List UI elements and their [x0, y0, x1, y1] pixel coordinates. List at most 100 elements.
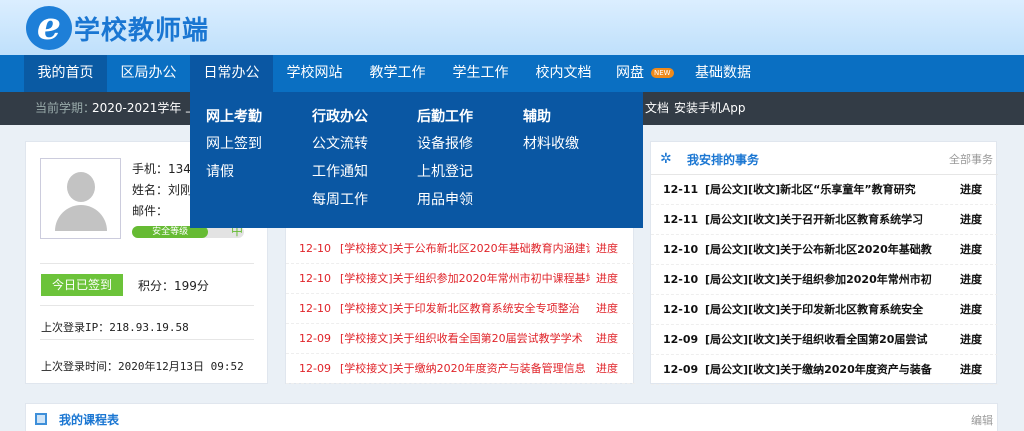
progress-link[interactable]: 进度	[960, 175, 982, 204]
menu-item[interactable]: 每周工作	[312, 186, 412, 214]
dropdown-col-assist: 辅助 材料收缴	[523, 104, 623, 158]
profile-phone: 手机：1340	[132, 162, 199, 176]
nav-basic-data[interactable]: 基础数据	[683, 55, 763, 92]
progress-link[interactable]: 进度	[596, 294, 618, 323]
nav-home[interactable]: 我的首页	[24, 55, 107, 92]
edit-link[interactable]: 编辑	[971, 412, 993, 428]
dropdown-col-attendance: 网上考勤 网上签到 请假	[206, 104, 306, 186]
list-item[interactable]: 12-11 [局公文][收文]新北区“乐享童年”教育研究 进度	[651, 175, 998, 205]
list-item[interactable]: 12-09 [局公文][收文]关于组织收看全国第20届尝试 进度	[651, 325, 998, 355]
doc-title[interactable]: [学校接文]关于组织参加2020年常州市初中课程基地	[340, 264, 590, 293]
nav-school-site[interactable]: 学校网站	[273, 55, 356, 92]
task-title[interactable]: [局公文][收文]新北区“乐享童年”教育研究	[705, 175, 950, 204]
term-label: 当前学期：	[35, 101, 96, 115]
divider	[40, 305, 254, 306]
menu-item[interactable]: 用品申领	[417, 186, 517, 214]
list-item[interactable]: 12-11 [局公文][收文]关于召开新北区教育系统学习 进度	[651, 205, 998, 235]
doc-date: 12-10	[299, 242, 331, 255]
progress-link[interactable]: 进度	[960, 355, 982, 384]
task-title[interactable]: [局公文][收文]关于印发新北区教育系统安全	[705, 295, 950, 324]
nav-netdisk-label: 网盘	[616, 65, 644, 81]
logo-e-icon: e	[26, 6, 72, 50]
list-item[interactable]: 12-09 [学校接文]关于缴纳2020年度资产与装备管理信息 进度	[286, 354, 635, 384]
progress-link[interactable]: 进度	[960, 265, 982, 294]
task-date: 12-09	[663, 333, 699, 346]
list-item[interactable]: 12-09 [学校接文]关于组织收看全国第20届尝试教学学术 进度	[286, 324, 635, 354]
nav-students[interactable]: 学生工作	[439, 55, 522, 92]
list-item[interactable]: 12-10 [学校接文]关于组织参加2020年常州市初中课程基地 进度	[286, 264, 635, 294]
dropdown-heading: 辅助	[523, 109, 551, 125]
last-login-ip: 上次登录IP：218.93.19.58	[41, 321, 189, 334]
points-text: 积分：199分	[138, 279, 209, 293]
menu-item[interactable]: 网上签到	[206, 130, 306, 158]
nav-netdisk[interactable]: 网盘 NEW	[605, 55, 683, 92]
task-title[interactable]: [局公文][收文]关于组织收看全国第20届尝试	[705, 325, 950, 354]
list-item[interactable]: 12-10 [学校接文]关于公布新北区2020年基础教育内涵建设 进度	[286, 234, 635, 264]
menu-item[interactable]: 公文流转	[312, 130, 412, 158]
divider	[40, 339, 254, 340]
dropdown-col-logistics: 后勤工作 设备报修 上机登记 用品申领	[417, 104, 517, 214]
list-item[interactable]: 12-10 [学校接文]关于印发新北区教育系统安全专项整治 进度	[286, 294, 635, 324]
divider	[40, 263, 254, 264]
main-nav: 我的首页 区局办公 日常办公 学校网站 教学工作 学生工作 校内文档 网盘 NE…	[0, 55, 1024, 92]
header: e 学校教师端	[0, 0, 1024, 55]
doc-date: 12-10	[299, 302, 331, 315]
task-title[interactable]: [局公文][收文]关于召开新北区教育系统学习	[705, 205, 950, 234]
doc-title[interactable]: [学校接文]关于组织收看全国第20届尝试教学学术	[340, 324, 590, 353]
list-item[interactable]: 12-10 [局公文][收文]关于组织参加2020年常州市初 进度	[651, 265, 998, 295]
menu-item[interactable]: 工作通知	[312, 158, 412, 186]
signin-button[interactable]: 今日已签到	[41, 274, 123, 296]
all-tasks-link[interactable]: 全部事务	[949, 151, 993, 167]
profile-name: 姓名：刘刚	[132, 183, 193, 197]
menu-item[interactable]: 请假	[206, 158, 306, 186]
menu-item[interactable]: 上机登记	[417, 158, 517, 186]
doc-date: 12-09	[299, 362, 331, 375]
list-item[interactable]: 12-10 [局公文][收文]关于印发新北区教育系统安全 进度	[651, 295, 998, 325]
progress-link[interactable]: 进度	[596, 234, 618, 263]
list-item[interactable]: 12-10 [局公文][收文]关于公布新北区2020年基础教 进度	[651, 235, 998, 265]
task-date: 12-11	[663, 183, 699, 196]
last-login-time: 上次登录时间：2020年12月13日 09:52	[41, 360, 244, 373]
avatar-body	[55, 205, 107, 231]
logo[interactable]: e 学校教师端	[26, 6, 209, 50]
dropdown-col-admin: 行政办公 公文流转 工作通知 每周工作	[312, 104, 412, 214]
term-value[interactable]: 2020-2021学年 上	[92, 92, 197, 125]
progress-link[interactable]: 进度	[960, 325, 982, 354]
task-title[interactable]: [局公文][收文]关于公布新北区2020年基础教	[705, 235, 950, 264]
calendar-icon	[35, 413, 47, 425]
progress-link[interactable]: 进度	[596, 354, 618, 383]
menu-item[interactable]: 设备报修	[417, 130, 517, 158]
nav-daily-office[interactable]: 日常办公	[190, 55, 273, 92]
progress-link[interactable]: 进度	[596, 264, 618, 293]
profile-email: 邮件：	[132, 204, 169, 218]
task-date: 12-10	[663, 273, 699, 286]
task-title[interactable]: [局公文][收文]关于缴纳2020年度资产与装备	[705, 355, 950, 384]
sub-doc-link[interactable]: 文档	[645, 92, 669, 125]
progress-link[interactable]: 进度	[960, 295, 982, 324]
gear-icon: ✲	[660, 151, 672, 167]
list-item[interactable]: 12-09 [局公文][收文]关于缴纳2020年度资产与装备 进度	[651, 355, 998, 385]
panel-header: ✲ 我安排的事务 全部事务	[651, 142, 998, 175]
daily-office-dropdown: 网上考勤 网上签到 请假 行政办公 公文流转 工作通知 每周工作 后勤工作 设备…	[190, 92, 643, 228]
nav-teaching[interactable]: 教学工作	[356, 55, 439, 92]
nav-district-office[interactable]: 区局办公	[107, 55, 190, 92]
avatar[interactable]	[40, 158, 121, 239]
doc-title[interactable]: [学校接文]关于公布新北区2020年基础教育内涵建设	[340, 234, 590, 263]
progress-link[interactable]: 进度	[960, 205, 982, 234]
nav-school-docs[interactable]: 校内文档	[522, 55, 605, 92]
progress-link[interactable]: 进度	[596, 324, 618, 353]
task-date: 12-09	[663, 363, 699, 376]
dropdown-heading: 网上考勤	[206, 109, 262, 125]
doc-date: 12-09	[299, 332, 331, 345]
doc-title[interactable]: [学校接文]关于印发新北区教育系统安全专项整治	[340, 294, 590, 323]
task-date: 12-10	[663, 303, 699, 316]
panel-title: 我安排的事务	[687, 153, 760, 167]
install-app-link[interactable]: 安装手机App	[674, 92, 745, 125]
task-date: 12-11	[663, 213, 699, 226]
task-title[interactable]: [局公文][收文]关于组织参加2020年常州市初	[705, 265, 950, 294]
progress-link[interactable]: 进度	[960, 235, 982, 264]
doc-title[interactable]: [学校接文]关于缴纳2020年度资产与装备管理信息	[340, 354, 590, 383]
menu-item[interactable]: 材料收缴	[523, 130, 623, 158]
task-date: 12-10	[663, 243, 699, 256]
my-tasks-panel: ✲ 我安排的事务 全部事务 12-11 [局公文][收文]新北区“乐享童年”教育…	[650, 141, 998, 385]
